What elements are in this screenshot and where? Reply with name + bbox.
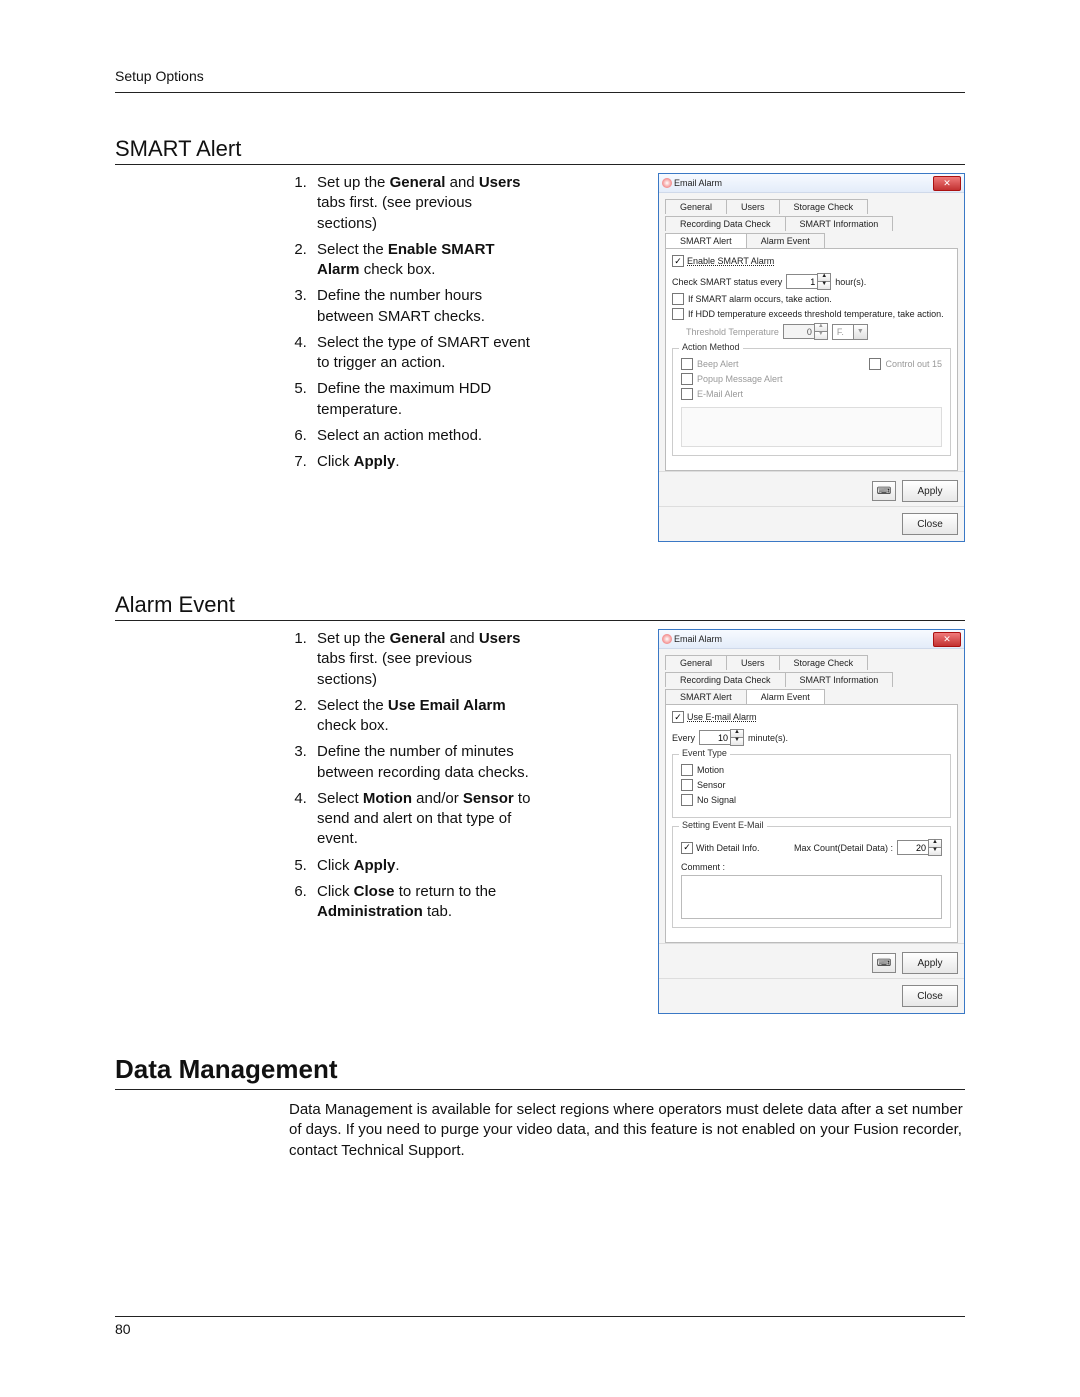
step: Select the Use Email Alarm check box. bbox=[311, 696, 535, 737]
label: minute(s). bbox=[748, 733, 788, 743]
page-footer: 80 bbox=[115, 1316, 965, 1337]
step: Define the number hours between SMART ch… bbox=[311, 286, 535, 327]
tab-recording-data-check[interactable]: Recording Data Check bbox=[665, 216, 786, 231]
step: Select an action method. bbox=[311, 426, 535, 446]
tab-storage-check[interactable]: Storage Check bbox=[779, 199, 869, 214]
action-method-group: Action Method Beep Alert Popup Message A… bbox=[672, 348, 951, 456]
tab-recording-data-check[interactable]: Recording Data Check bbox=[665, 672, 786, 687]
close-icon[interactable]: ✕ bbox=[933, 176, 961, 191]
apply-button[interactable]: Apply bbox=[902, 952, 958, 974]
event-type-group: Event Type Motion Sensor No Signal bbox=[672, 754, 951, 818]
dialog-email-alarm-smart: Email Alarm ✕ General Users Storage Chec… bbox=[658, 173, 965, 542]
tab-alarm-event[interactable]: Alarm Event bbox=[746, 233, 825, 248]
label: Threshold Temperature bbox=[686, 327, 779, 337]
close-button[interactable]: Close bbox=[902, 985, 958, 1007]
page-number: 80 bbox=[115, 1321, 131, 1337]
chevron-down-icon: ▼ bbox=[853, 325, 867, 339]
label: Check SMART status every bbox=[672, 277, 782, 287]
use-email-alarm-checkbox[interactable]: ✓Use E-mail Alarm bbox=[672, 711, 757, 723]
keyboard-icon[interactable]: ⌨ bbox=[872, 953, 896, 973]
tab-smart-alert[interactable]: SMART Alert bbox=[665, 689, 747, 704]
titlebar[interactable]: Email Alarm ✕ bbox=[659, 174, 964, 193]
close-button[interactable]: Close bbox=[902, 513, 958, 535]
step: Select the Enable SMART Alarm check box. bbox=[311, 240, 535, 281]
tab-users[interactable]: Users bbox=[726, 199, 780, 214]
dialog-title: Email Alarm bbox=[674, 178, 722, 188]
section-title-data-management: Data Management bbox=[115, 1054, 965, 1085]
step: Set up the General and Users tabs first.… bbox=[311, 173, 535, 234]
tab-general[interactable]: General bbox=[665, 199, 727, 214]
close-icon[interactable]: ✕ bbox=[933, 632, 961, 647]
apply-button[interactable]: Apply bbox=[902, 480, 958, 502]
every-minutes-spinner[interactable]: ▲▼ bbox=[699, 729, 744, 746]
sensor-checkbox[interactable]: Sensor bbox=[681, 779, 942, 791]
step: Set up the General and Users tabs first.… bbox=[311, 629, 535, 690]
spinner-down-icon[interactable]: ▼ bbox=[730, 738, 744, 746]
spinner-down-icon[interactable]: ▼ bbox=[817, 282, 831, 290]
with-detail-checkbox[interactable]: ✓With Detail Info. bbox=[681, 842, 760, 854]
label: Every bbox=[672, 733, 695, 743]
tab-strip: General Users Storage Check Recording Da… bbox=[659, 649, 964, 704]
enable-smart-alarm-checkbox[interactable]: ✓Enable SMART Alarm bbox=[672, 255, 774, 267]
spinner-down-icon[interactable]: ▼ bbox=[928, 848, 942, 856]
step: Select Motion and/or Sensor to send and … bbox=[311, 789, 535, 850]
step: Define the number of minutes between rec… bbox=[311, 742, 535, 783]
motion-checkbox[interactable]: Motion bbox=[681, 764, 942, 776]
popup-alert-checkbox: Popup Message Alert bbox=[681, 373, 783, 385]
threshold-temp-spinner: ▲▼ bbox=[783, 323, 828, 340]
tab-strip: General Users Storage Check Recording Da… bbox=[659, 193, 964, 248]
dialog-title: Email Alarm bbox=[674, 634, 722, 644]
dialog-email-alarm-event: Email Alarm ✕ General Users Storage Chec… bbox=[658, 629, 965, 1014]
beep-alert-checkbox: Beep Alert bbox=[681, 358, 783, 370]
if-hdd-checkbox[interactable]: If HDD temperature exceeds threshold tem… bbox=[672, 308, 951, 320]
section-title-smart-alert: SMART Alert bbox=[115, 136, 965, 165]
tab-smart-information[interactable]: SMART Information bbox=[785, 672, 894, 687]
step: Click Apply. bbox=[311, 452, 535, 472]
tab-alarm-event[interactable]: Alarm Event bbox=[746, 689, 825, 704]
titlebar[interactable]: Email Alarm ✕ bbox=[659, 630, 964, 649]
data-management-paragraph: Data Management is available for select … bbox=[115, 1100, 965, 1161]
temp-unit-select: F.▼ bbox=[832, 324, 868, 340]
email-alert-checkbox: E-Mail Alert bbox=[681, 388, 783, 400]
app-icon bbox=[662, 634, 672, 644]
comment-textarea[interactable] bbox=[681, 875, 942, 919]
label: Max Count(Detail Data) : bbox=[794, 843, 893, 853]
max-count-spinner[interactable]: ▲▼ bbox=[897, 839, 942, 856]
header-label: Setup Options bbox=[115, 68, 204, 84]
setting-event-email-group: Setting Event E-Mail ✓With Detail Info. … bbox=[672, 826, 951, 928]
tab-smart-alert[interactable]: SMART Alert bbox=[665, 233, 747, 248]
no-signal-checkbox[interactable]: No Signal bbox=[681, 794, 942, 806]
tab-storage-check[interactable]: Storage Check bbox=[779, 655, 869, 670]
smart-alert-steps: Set up the General and Users tabs first.… bbox=[289, 173, 535, 472]
section-title-alarm-event: Alarm Event bbox=[115, 592, 965, 621]
tab-users[interactable]: Users bbox=[726, 655, 780, 670]
step: Select the type of SMART event to trigge… bbox=[311, 333, 535, 374]
smart-interval-spinner[interactable]: ▲▼ bbox=[786, 273, 831, 290]
label: Comment : bbox=[681, 862, 725, 872]
step: Click Apply. bbox=[311, 856, 535, 876]
app-icon bbox=[662, 178, 672, 188]
if-alarm-checkbox[interactable]: If SMART alarm occurs, take action. bbox=[672, 293, 951, 305]
control-out-checkbox: Control out 15 bbox=[869, 358, 942, 370]
label: hour(s). bbox=[835, 277, 866, 287]
tab-general[interactable]: General bbox=[665, 655, 727, 670]
listbox bbox=[681, 407, 942, 447]
alarm-event-steps: Set up the General and Users tabs first.… bbox=[289, 629, 535, 922]
page-header: Setup Options bbox=[115, 68, 965, 86]
tab-smart-information[interactable]: SMART Information bbox=[785, 216, 894, 231]
step: Define the maximum HDD temperature. bbox=[311, 379, 535, 420]
keyboard-icon[interactable]: ⌨ bbox=[872, 481, 896, 501]
step: Click Close to return to the Administrat… bbox=[311, 882, 535, 923]
